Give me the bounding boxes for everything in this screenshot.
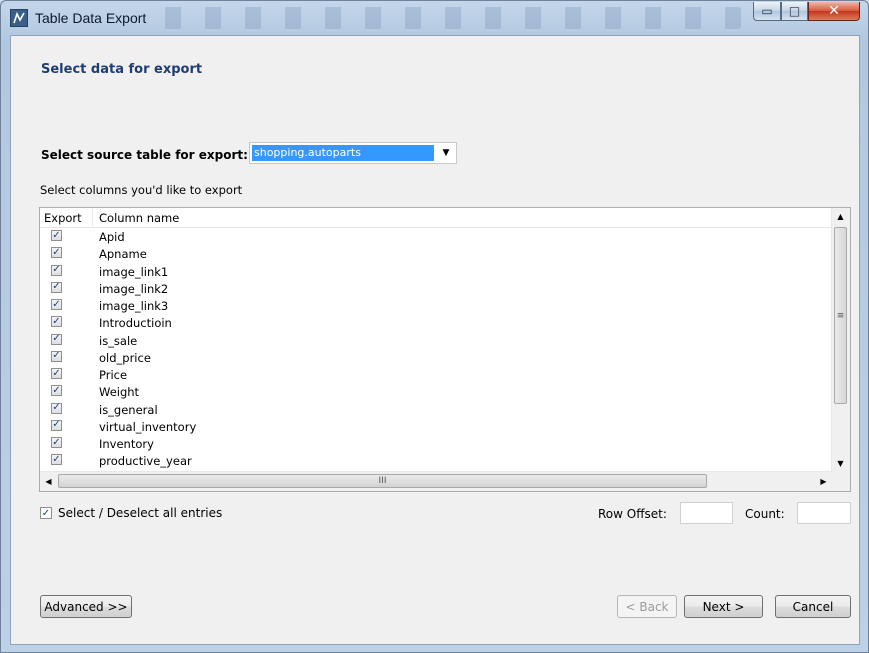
export-checkbox[interactable]: ✓ bbox=[51, 333, 62, 345]
table-row[interactable]: ✓ Price bbox=[40, 366, 832, 383]
minimize-icon: ▭ bbox=[761, 4, 773, 18]
horizontal-scroll-thumb[interactable]: III bbox=[58, 474, 707, 488]
minimize-button[interactable]: ▭ bbox=[753, 2, 781, 21]
vertical-scrollbar[interactable]: ▲ ≡ ▼ bbox=[831, 208, 850, 472]
export-checkbox[interactable]: ✓ bbox=[51, 281, 62, 293]
row-offset-label: Row Offset: bbox=[598, 507, 667, 521]
table-row[interactable]: ✓ Weight bbox=[40, 383, 832, 400]
export-checkbox[interactable]: ✓ bbox=[51, 385, 62, 397]
table-header: Export Column name bbox=[40, 208, 832, 228]
export-checkbox[interactable]: ✓ bbox=[51, 437, 62, 448]
scroll-left-icon[interactable]: ◀ bbox=[40, 472, 57, 490]
column-name: Weight bbox=[99, 385, 140, 400]
select-all-checkbox[interactable]: ✓ bbox=[40, 507, 52, 519]
column-name: image_link3 bbox=[99, 299, 169, 313]
column-name: is_sale bbox=[99, 333, 138, 348]
count-label: Count: bbox=[745, 507, 785, 521]
table-row[interactable]: ✓ virtual_inventory bbox=[40, 418, 832, 435]
horizontal-scrollbar[interactable]: ◀ III ▶ bbox=[40, 471, 832, 491]
scrollbar-corner bbox=[832, 472, 850, 491]
export-checkbox[interactable]: ✓ bbox=[51, 402, 62, 414]
header-divider bbox=[92, 208, 93, 226]
maximize-icon: □ bbox=[788, 4, 801, 18]
table-row[interactable]: ✓ is_general bbox=[40, 401, 832, 418]
app-icon bbox=[10, 9, 28, 27]
table-row[interactable]: ✓ image_link3 bbox=[40, 297, 832, 314]
table-row[interactable]: ✓ image_link1 bbox=[40, 263, 832, 280]
wizard-page: Select data for export Select source tab… bbox=[10, 35, 860, 645]
column-name: image_link2 bbox=[99, 281, 169, 296]
source-table-label: Select source table for export: bbox=[41, 148, 248, 162]
export-checkbox[interactable]: ✓ bbox=[51, 299, 62, 310]
column-name: old_price bbox=[99, 350, 151, 365]
scroll-up-icon[interactable]: ▲ bbox=[832, 208, 849, 225]
cancel-button[interactable]: Cancel bbox=[775, 595, 851, 618]
export-checkbox[interactable]: ✓ bbox=[51, 230, 62, 241]
column-name: Apname bbox=[99, 247, 147, 262]
scroll-right-icon[interactable]: ▶ bbox=[815, 472, 832, 490]
export-checkbox[interactable]: ✓ bbox=[51, 316, 62, 328]
export-checkbox[interactable]: ✓ bbox=[51, 368, 62, 379]
column-name: Apid bbox=[99, 230, 125, 244]
table-rows: ✓ Apid ✓ Apname ✓ image_link1 ✓ image_link2 … bbox=[40, 228, 832, 472]
columns-table: Export Column name ✓ Apid ✓ Apname ✓ image_… bbox=[39, 207, 851, 492]
table-row[interactable]: ✓ is_sale bbox=[40, 332, 832, 349]
source-table-select[interactable]: shopping.autoparts ▼ bbox=[249, 142, 457, 164]
column-name: Inventory bbox=[99, 437, 154, 451]
column-name: productive_year bbox=[99, 454, 192, 469]
export-checkbox[interactable]: ✓ bbox=[51, 350, 62, 362]
table-row[interactable]: ✓ Apid bbox=[40, 228, 832, 245]
header-export[interactable]: Export bbox=[44, 211, 82, 225]
table-row[interactable]: ✓ old_price bbox=[40, 349, 832, 366]
count-input[interactable] bbox=[797, 502, 851, 524]
header-column-name[interactable]: Column name bbox=[99, 211, 179, 225]
next-button[interactable]: Next > bbox=[684, 595, 763, 618]
window-title: Table Data Export bbox=[35, 10, 147, 26]
back-button[interactable]: < Back bbox=[617, 595, 677, 618]
export-wizard-window: Table Data Export ▭ □ ✕ Select data for … bbox=[0, 0, 869, 653]
export-checkbox[interactable]: ✓ bbox=[51, 454, 62, 466]
chevron-down-icon[interactable]: ▼ bbox=[439, 143, 453, 163]
background-toolbar-ghost bbox=[151, 7, 741, 29]
row-offset-input[interactable] bbox=[680, 502, 733, 524]
vertical-scroll-thumb[interactable]: ≡ bbox=[834, 227, 847, 404]
export-checkbox[interactable]: ✓ bbox=[51, 247, 62, 259]
table-row[interactable]: ✓ Introductioin bbox=[40, 314, 832, 331]
column-name: is_general bbox=[99, 402, 158, 417]
column-name: Introductioin bbox=[99, 316, 172, 331]
table-row[interactable]: ✓ Apname bbox=[40, 245, 832, 262]
table-row[interactable]: ✓ Inventory bbox=[40, 435, 832, 452]
scroll-down-icon[interactable]: ▼ bbox=[832, 455, 849, 472]
title-bar[interactable]: Table Data Export ▭ □ ✕ bbox=[1, 1, 868, 35]
page-title: Select data for export bbox=[41, 62, 203, 77]
close-icon: ✕ bbox=[828, 3, 840, 19]
export-checkbox[interactable]: ✓ bbox=[51, 264, 62, 276]
close-button[interactable]: ✕ bbox=[808, 2, 860, 21]
column-name: Price bbox=[99, 368, 128, 382]
table-row[interactable]: ✓ image_link2 bbox=[40, 280, 832, 297]
maximize-button[interactable]: □ bbox=[781, 2, 808, 21]
source-table-value: shopping.autoparts bbox=[252, 145, 434, 161]
column-name: image_link1 bbox=[99, 264, 169, 279]
table-row[interactable]: ✓ productive_year bbox=[40, 452, 832, 469]
column-name: virtual_inventory bbox=[99, 419, 197, 434]
columns-label: Select columns you'd like to export bbox=[40, 183, 243, 197]
select-all-label[interactable]: Select / Deselect all entries bbox=[58, 506, 222, 520]
export-checkbox[interactable]: ✓ bbox=[51, 419, 62, 431]
advanced-button[interactable]: Advanced >> bbox=[40, 595, 132, 618]
